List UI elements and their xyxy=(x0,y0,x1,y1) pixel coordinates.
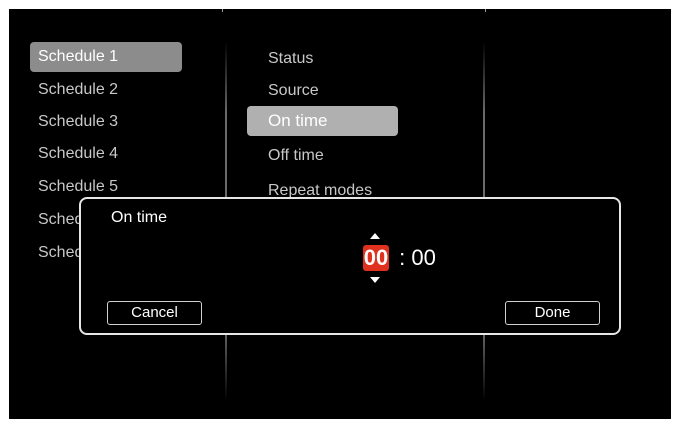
tv-menu-screen: Schedule 1 Schedule 2 Schedule 3 Schedul… xyxy=(9,9,671,419)
increase-arrow-icon[interactable] xyxy=(370,233,380,239)
setting-item-off-time[interactable]: Off time xyxy=(260,141,410,171)
schedule-item-2[interactable]: Schedule 2 xyxy=(30,75,182,105)
time-separator: : xyxy=(393,245,412,270)
top-tick-left xyxy=(222,9,223,12)
on-time-dialog: On time 00 : 00 Cancel Done xyxy=(79,197,621,335)
minute-field[interactable]: 00 xyxy=(411,245,435,270)
setting-item-status[interactable]: Status xyxy=(260,44,410,74)
decrease-arrow-icon[interactable] xyxy=(370,277,380,283)
time-minutes-display: : 00 xyxy=(393,245,436,271)
top-tick-right xyxy=(485,9,486,12)
schedule-item-4[interactable]: Schedule 4 xyxy=(30,139,182,169)
time-picker: 00 : 00 xyxy=(363,233,483,293)
schedule-item-1[interactable]: Schedule 1 xyxy=(30,42,182,72)
schedule-item-3[interactable]: Schedule 3 xyxy=(30,107,182,137)
setting-item-on-time[interactable]: On time xyxy=(247,106,398,136)
done-button[interactable]: Done xyxy=(505,301,600,325)
hour-field[interactable]: 00 xyxy=(363,245,389,271)
setting-item-source[interactable]: Source xyxy=(260,76,410,106)
dialog-title: On time xyxy=(111,209,168,226)
cancel-button[interactable]: Cancel xyxy=(107,301,202,325)
